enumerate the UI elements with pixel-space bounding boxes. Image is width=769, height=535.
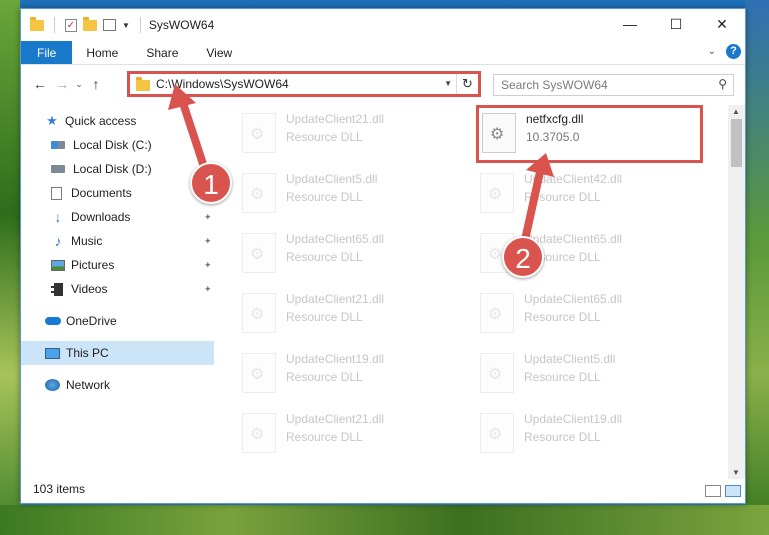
arrow-1 xyxy=(168,84,209,174)
callout-2: 2 xyxy=(502,236,544,278)
annotation-arrows xyxy=(168,84,554,244)
arrow-2 xyxy=(521,153,554,244)
callout-1: 1 xyxy=(190,162,232,204)
